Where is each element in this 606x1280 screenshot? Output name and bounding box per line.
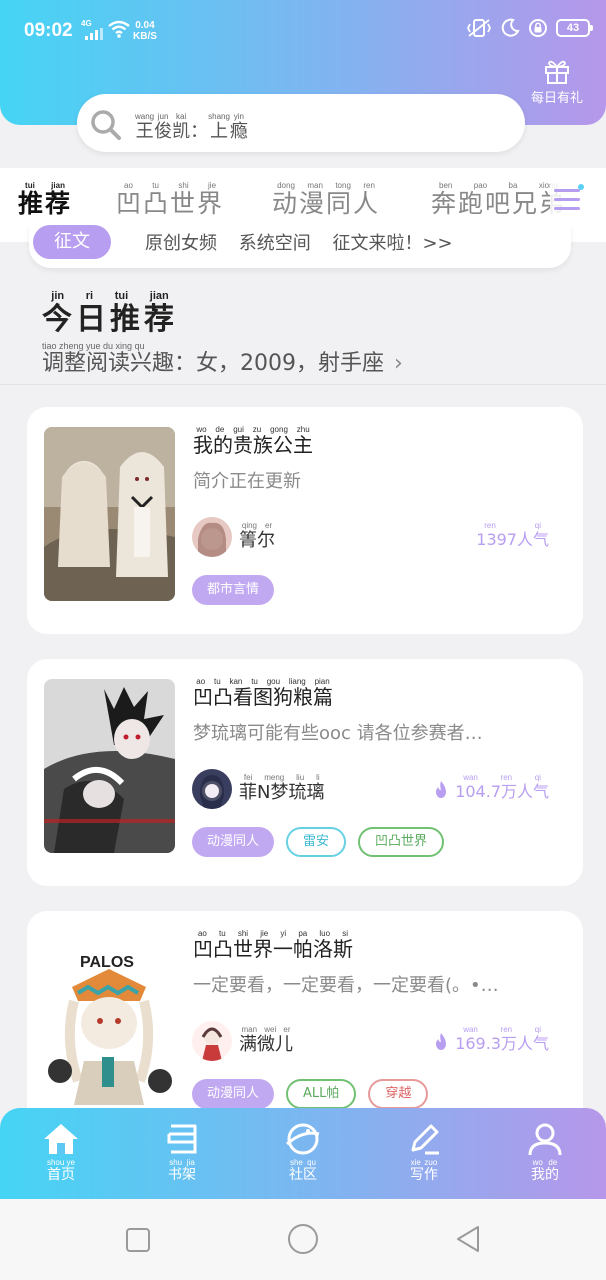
popularity: 104.7万人气wan ren qi — [433, 773, 549, 802]
nav-home[interactable]: 首页shou ye — [19, 1122, 103, 1184]
chevron-right-icon: › — [394, 351, 403, 376]
recent-apps-icon[interactable] — [125, 1227, 151, 1253]
book-card[interactable]: PALOS 凹凸世界一帕洛斯ao tu shi jie yi pa luo si… — [27, 911, 583, 1138]
tag-chip[interactable]: 凹凸世界 — [358, 827, 445, 857]
home-button-icon[interactable] — [287, 1223, 319, 1255]
home-icon — [44, 1124, 78, 1154]
tab-aotu-world[interactable]: 凹凸世界ao tu shi jie — [116, 181, 224, 220]
popularity: 169.3万人气wan ren qi — [433, 1025, 549, 1054]
category-menu-button[interactable] — [550, 182, 586, 216]
nav-write[interactable]: 写作xie zuo — [382, 1122, 466, 1184]
book-description: 梦琉璃可能有些ooc 请各位参赛者… — [193, 723, 483, 744]
nav-profile[interactable]: 我的wo de — [503, 1122, 587, 1184]
avatar[interactable] — [192, 1021, 232, 1061]
tag-chip[interactable]: 都市言情 — [192, 575, 275, 605]
avatar[interactable] — [192, 769, 232, 809]
nav-community[interactable]: 社区she qu — [261, 1122, 345, 1184]
author-name[interactable]: 满微儿man wei er — [239, 1025, 293, 1056]
pen-icon — [411, 1124, 439, 1155]
book-title[interactable]: 我的贵族公主wo de gui zu gong zhu — [193, 425, 313, 458]
tab-recommend[interactable]: 推荐tui jian — [18, 181, 72, 220]
book-cover[interactable] — [44, 679, 175, 853]
tag-chip[interactable]: 雷安 — [286, 827, 347, 857]
search-icon — [91, 110, 121, 140]
book-description: 一定要看，一定要看，一定要看(。•… — [193, 975, 499, 996]
moon-icon — [501, 18, 520, 37]
network-speed: 0.04 KB/S — [133, 20, 157, 42]
bottom-navigation: 首页shou ye 书架shu jia 社区she qu 写作xie zuo 我… — [0, 1108, 606, 1199]
lock-rotation-icon — [529, 19, 547, 37]
tab-running-man[interactable]: 奔跑吧兄弟ben pao ba xiong — [431, 181, 566, 220]
book-card[interactable]: 我的贵族公主wo de gui zu gong zhu 简介正在更新 箐尔qin… — [27, 407, 583, 634]
cover-text: PALOS — [80, 954, 134, 971]
menu-badge — [578, 184, 584, 190]
gift-icon — [545, 60, 569, 84]
user-icon — [528, 1123, 562, 1156]
tag-chip[interactable]: ALL帕 — [286, 1079, 357, 1109]
popularity: 1397人气ren qi — [476, 521, 549, 549]
planet-icon — [286, 1123, 320, 1155]
signal-icon — [85, 28, 103, 40]
battery-indicator: 43 — [556, 19, 593, 37]
author-name[interactable]: 菲N梦琉璃fei meng liu li — [239, 773, 324, 804]
bookshelf-icon — [167, 1124, 197, 1154]
system-navigation-bar — [0, 1199, 606, 1280]
search-bar[interactable]: 王wang俊jun凯kai：上shang瘾yin — [77, 94, 525, 152]
book-cover[interactable]: PALOS — [44, 931, 175, 1105]
tag-chip[interactable]: 动漫同人 — [192, 827, 275, 857]
tab-anime-fan[interactable]: 动漫同人dong man tong ren — [272, 181, 380, 220]
book-cover[interactable] — [44, 427, 175, 601]
notice-text: 原创女频 系统空间 征文来啦！>> — [145, 233, 453, 254]
avatar[interactable] — [192, 517, 232, 557]
book-description: 简介正在更新 — [193, 471, 301, 492]
notice-tag: 征文 — [33, 225, 111, 259]
book-title[interactable]: 凹凸看图狗粮篇ao tu kan tu gou liang pian — [193, 677, 333, 710]
nav-bookshelf[interactable]: 书架shu jia — [140, 1122, 224, 1184]
book-card[interactable]: 凹凸看图狗粮篇ao tu kan tu gou liang pian 梦琉璃可能… — [27, 659, 583, 886]
fire-icon — [436, 1033, 447, 1050]
reading-preference-link[interactable]: 调整阅读兴趣：女，2009，射手座tiao zheng yue du xing … — [42, 341, 403, 377]
back-icon[interactable] — [454, 1225, 482, 1253]
book-title[interactable]: 凹凸世界一帕洛斯ao tu shi jie yi pa luo si — [193, 929, 353, 962]
wifi-icon — [108, 20, 130, 38]
section-title: 今日推荐jin ri tui jian — [42, 290, 178, 337]
gift-label: 每日有礼 — [530, 91, 583, 106]
author-name[interactable]: 箐尔qing er — [239, 521, 275, 552]
notice-banner[interactable]: 征文 原创女频 系统空间 征文来啦！>> — [29, 223, 571, 268]
status-bar: 09:02 4G 0.04 KB/S 43 — [0, 0, 606, 60]
vibrate-icon — [466, 19, 492, 37]
divider — [0, 384, 606, 385]
search-placeholder: 王wang俊jun凯kai：上shang瘾yin — [135, 112, 248, 142]
tag-chip[interactable]: 动漫同人 — [192, 1079, 275, 1109]
fire-icon — [436, 781, 447, 798]
daily-gift-button[interactable]: 每日有礼 — [520, 58, 594, 106]
network-type: 4G — [81, 19, 92, 28]
tag-chip[interactable]: 穿越 — [368, 1079, 429, 1109]
clock: 09:02 — [24, 20, 73, 41]
